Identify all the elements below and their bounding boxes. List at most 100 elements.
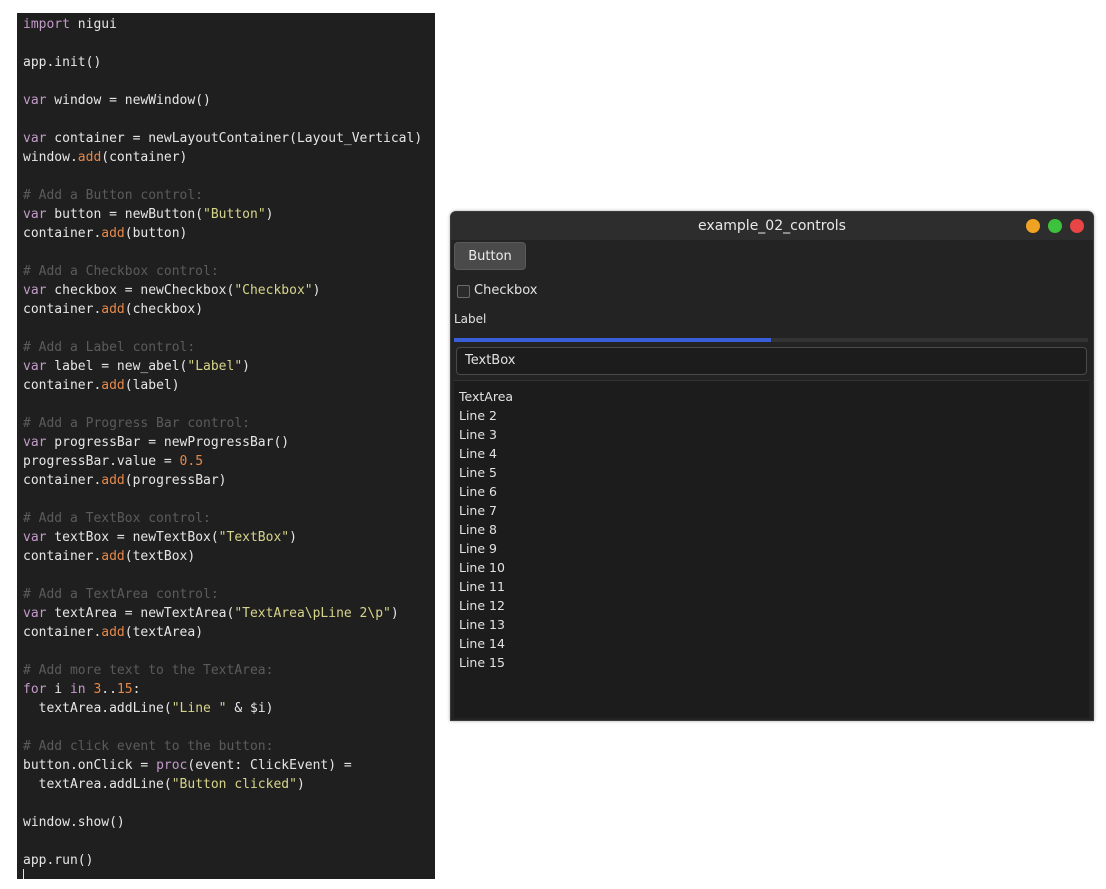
code-token: app.init()	[23, 55, 102, 70]
code-token: label = new_abel(	[46, 359, 188, 374]
code-token: progressBar = newProgressBar()	[46, 435, 290, 450]
code-line: # Add click event to the button:	[23, 737, 422, 756]
textbox-control[interactable]: TextBox	[456, 347, 1087, 375]
code-token: (event: ClickEvent) =	[187, 758, 352, 773]
code-token: & $i)	[226, 701, 274, 716]
window-title: example_02_controls	[698, 218, 846, 234]
code-token: "Button"	[203, 207, 266, 222]
code-line: # Add a Checkbox control:	[23, 262, 422, 281]
checkbox-label[interactable]: Checkbox	[474, 282, 538, 300]
code-token: # Add a Label control:	[23, 340, 196, 355]
code-token: in	[69, 682, 86, 697]
minimize-button[interactable]	[1026, 219, 1040, 233]
code-line: var window = newWindow()	[23, 91, 422, 110]
code-token: import	[23, 17, 70, 32]
textarea-control[interactable]: TextArea Line 2 Line 3 Line 4 Line 5 Line 6 Li…	[454, 380, 1089, 718]
code-token: (textArea)	[124, 625, 204, 640]
code-token: "TextArea\pLine 2\p"	[234, 606, 391, 621]
code-token: textArea.addLine(	[23, 777, 172, 792]
code-line: # Add a Label control:	[23, 338, 422, 357]
textarea-line: Line 8	[459, 522, 497, 537]
code-line: container.add(textBox)	[23, 547, 422, 566]
code-token: window.show()	[23, 815, 125, 830]
code-line: textArea.addLine("Line " & $i)	[23, 699, 422, 718]
code-token: container.	[23, 226, 102, 241]
code-line: # Add a TextBox control:	[23, 509, 422, 528]
code-token: container.	[23, 378, 102, 393]
textarea-line: Line 7	[459, 503, 497, 518]
textarea-line: Line 14	[459, 636, 505, 651]
code-token: for	[23, 682, 47, 697]
code-token: container.	[23, 625, 102, 640]
code-token: (checkbox)	[124, 302, 204, 317]
code-line: # Add a Progress Bar control:	[23, 414, 422, 433]
textarea-line: Line 2	[459, 408, 497, 423]
code-line: import nigui	[23, 15, 422, 34]
code-token: # Add a Button control:	[23, 188, 204, 203]
code-token: )	[390, 606, 399, 621]
code-token: )	[265, 207, 274, 222]
code-token: )	[296, 777, 305, 792]
close-button[interactable]	[1070, 219, 1084, 233]
code-line: container.add(progressBar)	[23, 471, 422, 490]
code-token: textArea = newTextArea(	[46, 606, 235, 621]
label-control: Label	[454, 312, 487, 326]
textarea-line: Line 15	[459, 655, 505, 670]
checkbox-control[interactable]	[457, 285, 470, 298]
code-line: app.init()	[23, 53, 422, 72]
maximize-button[interactable]	[1048, 219, 1062, 233]
code-token: button = newButton(	[46, 207, 204, 222]
progress-fill	[454, 338, 771, 342]
code-editor[interactable]: import nigui app.init() var window = newWi…	[17, 13, 435, 879]
code-token: var	[23, 207, 47, 222]
code-token: checkbox = newCheckbox(	[46, 283, 235, 298]
code-token: )	[312, 283, 321, 298]
code-line: var textArea = newTextArea("TextArea\pLi…	[23, 604, 422, 623]
code-line: var checkbox = newCheckbox("Checkbox")	[23, 281, 422, 300]
code-token: container = newLayoutContainer(Layout_Ve…	[46, 131, 423, 146]
code-token: var	[23, 93, 47, 108]
code-line: var textBox = newTextBox("TextBox")	[23, 528, 422, 547]
code-token: 0.5	[179, 454, 204, 469]
code-line: var progressBar = newProgressBar()	[23, 433, 422, 452]
textarea-line: Line 4	[459, 446, 497, 461]
textarea-line: Line 11	[459, 579, 505, 594]
code-line: var container = newLayoutContainer(Layou…	[23, 129, 422, 148]
title-bar[interactable]: example_02_controls	[451, 212, 1093, 240]
textarea-line: Line 12	[459, 598, 505, 613]
code-token: # Add a TextBox control:	[23, 511, 211, 526]
progress-bar	[454, 338, 1088, 342]
code-line: # Add a Button control:	[23, 186, 422, 205]
code-token: # Add a Progress Bar control:	[23, 416, 250, 431]
code-token: ..	[101, 682, 117, 697]
code-line: var label = new_abel("Label")	[23, 357, 422, 376]
code-line: app.run()	[23, 851, 422, 870]
code-line: container.add(textArea)	[23, 623, 422, 642]
code-token: i	[46, 682, 70, 697]
code-token: add	[101, 625, 125, 640]
code-lines: import nigui app.init() var window = newWi…	[23, 15, 422, 870]
textarea-line: Line 3	[459, 427, 497, 442]
textarea-line: Line 6	[459, 484, 497, 499]
window-content: Button Checkbox Label TextBox TextArea Li…	[451, 240, 1093, 720]
code-token: proc	[156, 758, 188, 773]
code-token: (container)	[101, 150, 188, 165]
textarea-line: Line 13	[459, 617, 505, 632]
code-line: container.add(button)	[23, 224, 422, 243]
code-token: 15	[116, 682, 133, 697]
code-token: container.	[23, 473, 102, 488]
code-token: add	[101, 549, 125, 564]
code-token: window.	[23, 150, 78, 165]
code-token: # Add click event to the button:	[23, 739, 274, 754]
code-line: window.show()	[23, 813, 422, 832]
code-token: (label)	[124, 378, 180, 393]
button-control[interactable]: Button	[454, 242, 526, 270]
code-token: var	[23, 435, 47, 450]
